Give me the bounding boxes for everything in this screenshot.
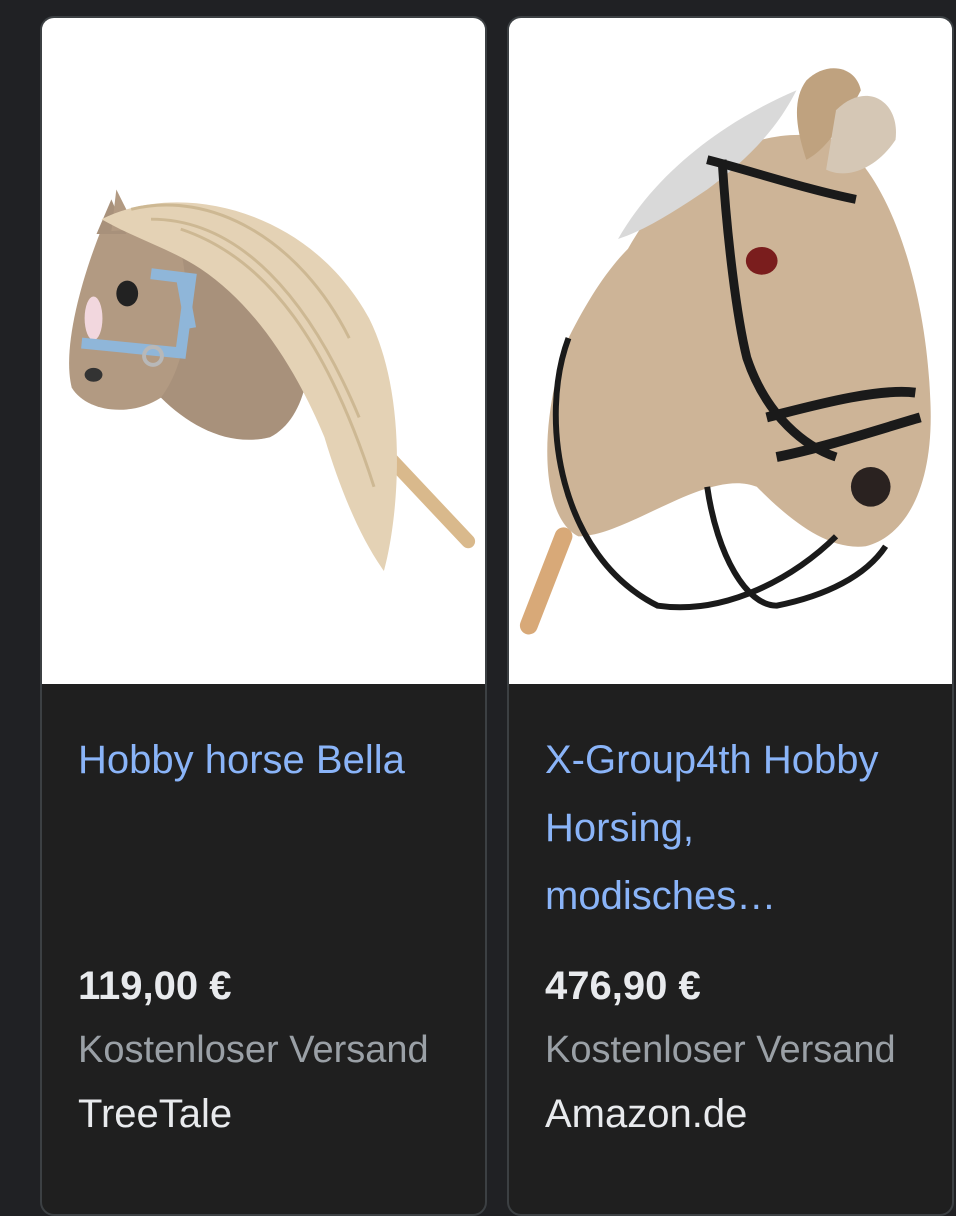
product-image[interactable] (42, 18, 485, 684)
product-image[interactable] (509, 18, 952, 684)
product-card-hobby-horse-bella[interactable]: Hobby horse Bella 119,00 € Kostenloser V… (40, 16, 487, 1216)
seller-name: TreeTale (78, 1092, 233, 1136)
product-title[interactable]: X-Group4th Hobby Horsing, modisches… (545, 726, 932, 930)
hobby-horse-image (509, 20, 952, 682)
product-card-x-group4th[interactable]: X-Group4th Hobby Horsing, modisches… 476… (507, 16, 954, 1216)
hobby-horse-image (42, 20, 485, 682)
product-price: 119,00 € (78, 964, 232, 1008)
product-title[interactable]: Hobby horse Bella (78, 726, 465, 794)
shipping-info: Kostenloser Versand (545, 1029, 896, 1071)
product-price: 476,90 € (545, 964, 701, 1008)
seller-name: Amazon.de (545, 1092, 748, 1136)
shipping-info: Kostenloser Versand (78, 1029, 429, 1071)
